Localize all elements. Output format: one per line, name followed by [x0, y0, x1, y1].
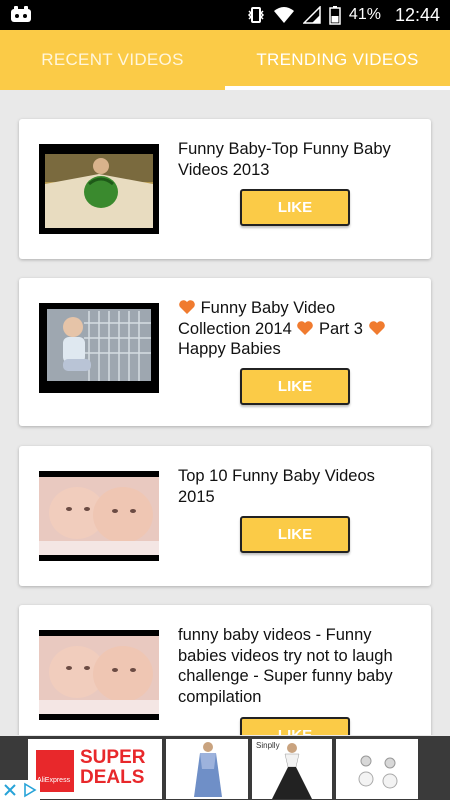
- vibrate-icon: [247, 7, 264, 23]
- video-thumbnail[interactable]: [39, 471, 159, 561]
- video-card[interactable]: Funny Baby Video Collection 2014 Part 3 …: [19, 278, 431, 426]
- signal-icon: [302, 6, 321, 24]
- aliexpress-label: AliExpress: [37, 777, 71, 784]
- video-thumbnail[interactable]: [39, 630, 159, 720]
- video-card[interactable]: funny baby videos - Funny babies videos …: [19, 605, 431, 735]
- ad-panel-gown[interactable]: Sinplly: [252, 739, 332, 799]
- video-title-part: Part 3: [318, 319, 363, 338]
- dress-model-image: [194, 742, 222, 797]
- ad-store-name: Sinplly: [256, 741, 280, 750]
- like-button[interactable]: LIKE: [240, 368, 350, 405]
- clock: 12:44: [394, 4, 440, 25]
- video-thumbnail[interactable]: [39, 144, 159, 234]
- like-button[interactable]: LIKE: [240, 516, 350, 553]
- video-thumbnail[interactable]: [39, 303, 159, 393]
- like-button[interactable]: LIKE: [240, 717, 350, 735]
- ad-panel-dress[interactable]: [166, 739, 248, 799]
- ad-headline-super: SUPER: [80, 747, 146, 768]
- tab-trending-videos[interactable]: TRENDING VIDEOS: [225, 30, 450, 90]
- ad-headline-deals: DEALS: [80, 767, 145, 788]
- heart-icon: [179, 300, 195, 314]
- video-title-part: Happy Babies: [178, 340, 281, 358]
- video-title[interactable]: funny baby videos - Funny babies videos …: [178, 625, 408, 707]
- earrings-image: [358, 755, 398, 789]
- tab-recent-videos[interactable]: RECENT VIDEOS: [0, 30, 225, 90]
- battery-icon: [329, 6, 341, 25]
- battery-percent: 41%: [348, 6, 381, 23]
- wifi-icon: [273, 7, 294, 23]
- heart-icon: [297, 320, 314, 335]
- heart-icon: [368, 320, 385, 335]
- ad-headline: SUPER DEALS: [80, 748, 145, 788]
- ad-choices-icon[interactable]: [20, 780, 40, 800]
- tab-bar: RECENT VIDEOS TRENDING VIDEOS: [0, 30, 450, 90]
- video-card[interactable]: Top 10 Funny Baby Videos 2015 LIKE: [19, 446, 431, 586]
- ad-panel-earrings[interactable]: [336, 739, 418, 799]
- aliexpress-logo: AliExpress: [36, 750, 74, 792]
- video-title[interactable]: Top 10 Funny Baby Videos 2015: [178, 466, 408, 507]
- video-card[interactable]: Funny Baby-Top Funny Baby Videos 2013 LI…: [19, 119, 431, 259]
- app-notification-icon: [11, 6, 31, 22]
- video-title[interactable]: Funny Baby-Top Funny Baby Videos 2013: [178, 139, 408, 180]
- video-list[interactable]: Funny Baby-Top Funny Baby Videos 2013 LI…: [0, 90, 450, 735]
- video-title[interactable]: Funny Baby Video Collection 2014 Part 3 …: [178, 298, 408, 360]
- ad-close-icon[interactable]: [0, 780, 20, 800]
- like-button[interactable]: LIKE: [240, 189, 350, 226]
- status-bar: 41% 12:44: [0, 0, 450, 30]
